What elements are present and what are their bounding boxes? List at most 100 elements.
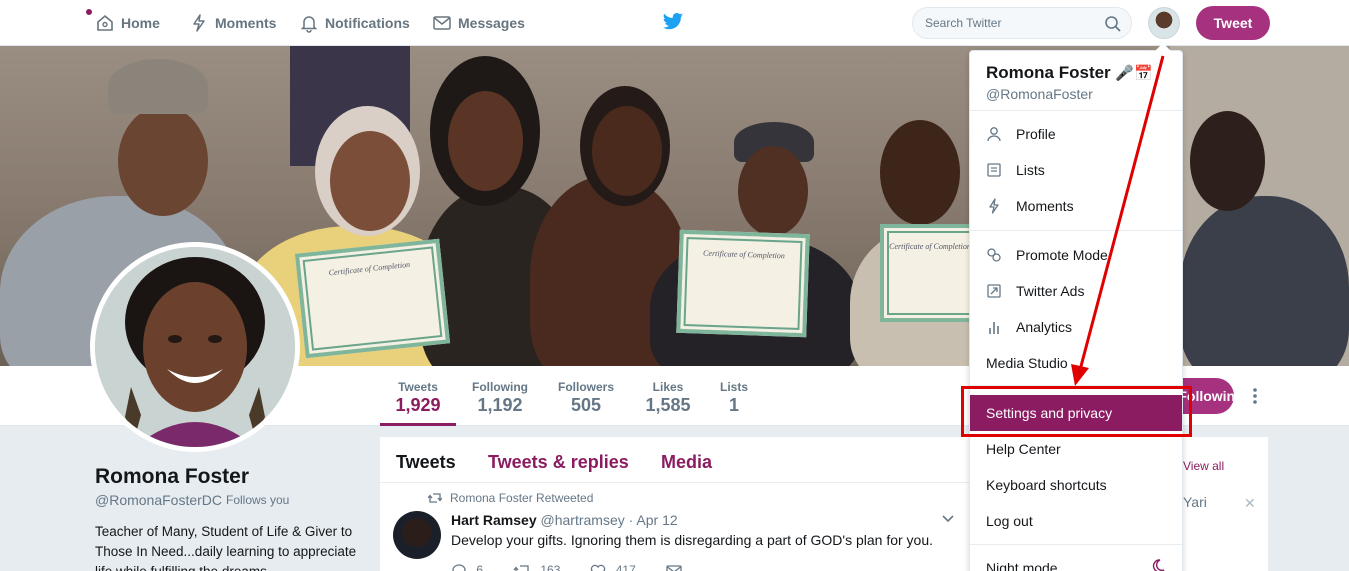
menu-account-name-text: Romona Foster [986,63,1111,82]
envelope-icon [433,16,451,30]
menu-item-label: Profile [1016,126,1056,142]
certificate: Certificate of Completion [294,238,451,359]
tweet-author-avatar[interactable] [393,511,441,559]
stat-lists[interactable]: Lists 1 [714,380,754,416]
tweet-author-name[interactable]: Hart Ramsey [451,512,537,528]
retweet-action[interactable]: 163 [513,563,560,571]
stat-value: 1,192 [477,395,523,415]
nav-notifications[interactable]: Notifications [299,0,410,46]
menu-item-log-out[interactable]: Log out [970,503,1182,539]
retweet-context-label[interactable]: Romona Foster Retweeted [450,491,593,505]
menu-item-analytics[interactable]: Analytics [970,309,1182,345]
tweet-button[interactable]: Tweet [1196,6,1270,40]
stat-following[interactable]: Following 1,192 [464,380,536,416]
follows-you-badge: Follows you [226,493,290,507]
tweet-author-handle[interactable]: @hartramsey [541,512,625,528]
envelope-icon [666,565,682,571]
banner-person-face [880,120,960,225]
view-all-link[interactable]: View all [1183,459,1224,473]
menu-item-label: Promote Mode [1016,247,1108,263]
person-icon [987,127,1001,142]
search-box[interactable] [912,7,1132,39]
menu-item-label: Analytics [1016,319,1073,335]
menu-divider [970,110,1182,111]
banner-person-face [1190,111,1265,211]
bell-icon [300,16,318,33]
retweet-icon [428,493,442,503]
banner-person-face [118,106,208,216]
menu-divider [970,544,1182,545]
account-avatar[interactable] [1148,7,1180,39]
stat-label: Likes [652,380,684,394]
list-icon [987,163,1001,177]
menu-item-profile[interactable]: Profile [970,116,1182,152]
menu-item-twitter-ads[interactable]: Twitter Ads [970,273,1182,309]
menu-item-label: Log out [986,513,1033,529]
menu-account-name[interactable]: Romona Foster 🎤📅 [986,63,1153,83]
search-icon[interactable] [1104,15,1122,33]
timeline: Tweets Tweets & replies Media Romona Fos… [380,437,970,571]
menu-item-label: Keyboard shortcuts [986,477,1107,493]
lightning-icon [193,14,205,32]
twitter-bird-icon[interactable] [662,12,684,32]
top-navigation: Home Moments Notifications Messages Twee… [0,0,1349,46]
tweet-date[interactable]: · Apr 12 [629,512,678,528]
profile-handle[interactable]: @RomonaFosterDC [95,492,222,508]
menu-item-keyboard-shortcuts[interactable]: Keyboard shortcuts [970,467,1182,503]
active-tab-underline [380,423,456,426]
home-icon [97,14,113,31]
menu-item-label: Moments [1016,198,1074,214]
stat-value: 1,929 [395,395,441,415]
nav-messages[interactable]: Messages [432,0,525,46]
nav-home[interactable]: Home [95,0,160,46]
tab-media[interactable]: Media [661,452,712,473]
banner-person-face [330,131,410,231]
menu-item-label: Lists [1016,162,1045,178]
tab-tweets-replies[interactable]: Tweets & replies [488,452,629,473]
stat-followers[interactable]: Followers 505 [554,380,618,416]
banner-person-face [738,146,808,236]
nav-home-label: Home [121,15,160,31]
reply-action[interactable]: 6 [451,563,483,571]
profile-bio: Teacher of Many, Student of Life & Giver… [95,524,357,571]
menu-item-promote-mode[interactable]: Promote Mode [970,237,1182,273]
suggestion-name[interactable]: Yari [1183,494,1207,510]
search-input[interactable] [925,16,1095,30]
tab-tweets[interactable]: Tweets [396,452,456,473]
profile-avatar[interactable] [90,242,300,452]
tweet-actions: 6 163 417 [451,563,682,571]
moon-icon[interactable] [1150,558,1166,571]
certificate: Certificate of Completion [880,224,980,322]
certificate: Certificate of Completion [676,229,810,338]
stat-label: Lists [719,380,748,394]
menu-item-media-studio[interactable]: Media Studio [970,345,1182,381]
menu-account-emoji: 🎤📅 [1115,65,1153,82]
profile-avatar-image [95,247,295,447]
dismiss-icon[interactable]: ✕ [1244,495,1256,512]
nav-notifications-label: Notifications [325,15,410,31]
chevron-down-icon[interactable] [942,515,954,523]
more-options-icon[interactable] [1248,386,1262,406]
message-action[interactable] [666,563,682,571]
annotation-highlight-box [961,386,1192,437]
reply-count: 6 [476,563,484,571]
nav-moments[interactable]: Moments [189,0,276,46]
retweet-icon [513,565,529,571]
bar-chart-icon [989,322,999,334]
stat-value: 505 [570,395,602,415]
stat-likes[interactable]: Likes 1,585 [640,380,696,416]
notification-dot [86,9,92,15]
nav-messages-label: Messages [458,15,525,31]
banner-person [1180,196,1349,366]
promote-mode-icon [987,248,1001,262]
timeline-tabs: Tweets Tweets & replies Media [380,437,970,483]
external-link-icon [987,284,1001,298]
menu-item-moments[interactable]: Moments [970,188,1182,224]
menu-item-lists[interactable]: Lists [970,152,1182,188]
stat-tweets[interactable]: Tweets 1,929 [380,380,456,416]
stat-label: Following [472,380,528,394]
menu-item-label: Night mode [986,560,1058,571]
stat-value: 1 [728,395,739,415]
menu-item-label: Twitter Ads [1016,283,1085,299]
like-action[interactable]: 417 [590,563,636,571]
